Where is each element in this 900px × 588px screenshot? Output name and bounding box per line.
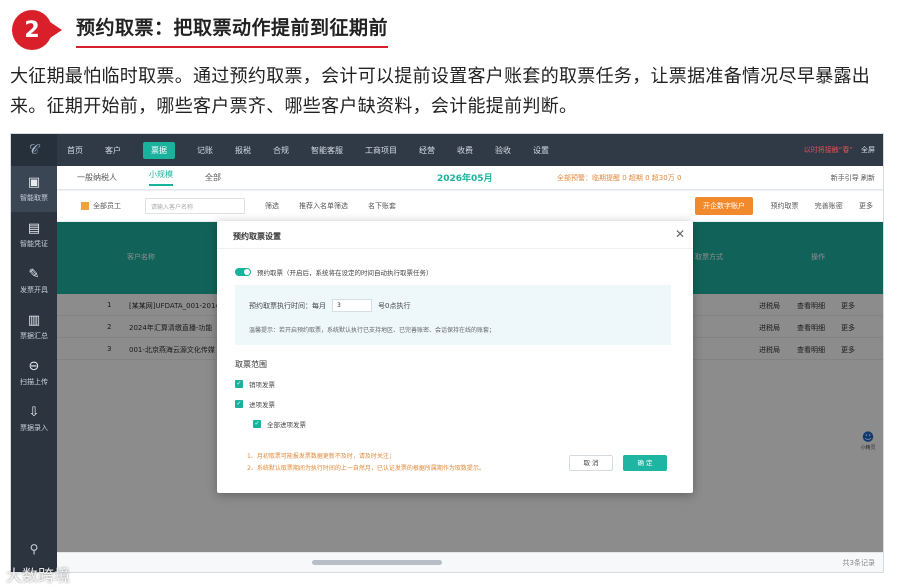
filter-button[interactable]: 筛选 xyxy=(265,201,279,211)
all-staff-select[interactable]: 全部员工 xyxy=(93,201,121,211)
scope-sales-invoice[interactable]: ✓ 销项发票 xyxy=(235,379,275,389)
nav-item-business[interactable]: 工商项目 xyxy=(365,145,397,156)
sidebar-item-label: 扫描上传 xyxy=(20,378,48,386)
customer-search-input[interactable]: 请输入客户名称 xyxy=(145,198,245,214)
tip-text: 温馨提示：若开启预约取票，系统默认执行已支持地区、已完善账密、会话保持在线的账套… xyxy=(249,327,496,334)
horizontal-scrollbar[interactable]: 共3条记录 xyxy=(57,552,883,572)
reserve-ticket-button[interactable]: 预约取票 xyxy=(771,202,799,210)
app-screenshot: 𝒞 ▣ 智能取票 ▤ 智能凭证 ✎ 发票开具 ▥ 票据汇总 ⊖ 扫描上传 ⇩ 票据录入 ⚲ … xyxy=(10,133,884,573)
account-filter[interactable]: 名下账套 xyxy=(368,201,396,211)
complete-credentials-button[interactable]: 完善账密 xyxy=(815,202,843,210)
sidebar-item-bill-summary[interactable]: ▥ 票据汇总 xyxy=(11,304,57,350)
fullscreen-button[interactable]: 全屏 xyxy=(861,145,875,155)
exec-time-box: 预约取票执行时间：每月 3 号0点执行 温馨提示：若开启预约取票，系统默认执行已… xyxy=(235,285,671,345)
tab-all-dropdown[interactable]: 全部 xyxy=(205,172,221,183)
nav-item-bills[interactable]: 票据 xyxy=(143,141,175,159)
period-selector[interactable]: 2026年05月 xyxy=(437,171,493,184)
entry-icon: ⇩ xyxy=(28,405,40,420)
nav-item-compliance[interactable]: 合规 xyxy=(273,145,289,156)
exec-time-suffix: 号0点执行 xyxy=(378,301,411,310)
exec-time-label: 预约取票执行时间：每月 xyxy=(249,301,326,310)
ticket-icon: ▣ xyxy=(27,175,41,190)
scope-item-label: 全部进项发票 xyxy=(267,421,306,429)
scope-item-label: 销项发票 xyxy=(249,381,275,389)
voucher-icon: ▤ xyxy=(27,221,41,236)
sidebar-item-label: 票据录入 xyxy=(20,424,48,432)
toolbar: 全部员工 请输入客户名称 筛选 推荐入名单筛选 名下账套 开企数字账户 预约取票… xyxy=(57,191,883,221)
scope-all-purchase-invoice[interactable]: ✓ 全部进项发票 xyxy=(253,419,306,429)
recommend-filter[interactable]: 推荐入名单筛选 xyxy=(299,201,348,211)
step-heading: 2 预约取票：把取票动作提前到征期前 xyxy=(12,10,389,50)
more-button[interactable]: 更多 xyxy=(859,202,873,210)
nav-item-smart-service[interactable]: 智能客服 xyxy=(311,145,343,156)
top-navigation: 首页 客户 票据 记账 报税 合规 智能客服 工商项目 经营 收费 验收 设置 … xyxy=(57,134,883,166)
nav-item-fees[interactable]: 收费 xyxy=(457,145,473,156)
article-paragraph: 大征期最怕临时取票。通过预约取票，会计可以提前设置客户账套的取票任务，让票据准备… xyxy=(10,66,871,117)
nav-item-operation[interactable]: 经营 xyxy=(419,145,435,156)
tab-general-taxpayer[interactable]: 一般纳税人 xyxy=(77,172,117,183)
scrollbar-thumb[interactable] xyxy=(312,560,442,565)
staff-checkbox[interactable] xyxy=(81,202,89,210)
sidebar-item-label: 智能凭证 xyxy=(20,240,48,248)
sidebar-item-label: 票据汇总 xyxy=(20,332,48,340)
nav-item-acceptance[interactable]: 验收 xyxy=(495,145,511,156)
sidebar-item-bill-entry[interactable]: ⇩ 票据录入 xyxy=(11,396,57,442)
guide-refresh[interactable]: 新手引导 刷新 xyxy=(831,173,875,183)
sidebar-item-label: 发票开具 xyxy=(20,286,48,294)
user-icon[interactable]: ⚲ xyxy=(11,542,57,556)
close-icon[interactable]: ✕ xyxy=(675,227,685,241)
watermark-text: 大数跨境 xyxy=(6,566,71,585)
checkbox-checked-icon[interactable]: ✓ xyxy=(235,400,243,408)
nav-item-tax[interactable]: 报税 xyxy=(235,145,251,156)
dialog-notes: 1、月初取票可能报发票数据更新不及时，请及时关注； 2、系统默认取票期间为执行时… xyxy=(247,451,485,475)
sidebar-item-scan-upload[interactable]: ⊖ 扫描上传 xyxy=(11,350,57,396)
reserve-switch-label: 预约取票（开启后，系统将在设定的时间自动执行取票任务） xyxy=(257,269,433,277)
app-logo-icon: 𝒞 xyxy=(11,134,57,166)
checkbox-checked-icon[interactable]: ✓ xyxy=(253,420,261,428)
checkbox-checked-icon[interactable]: ✓ xyxy=(235,380,243,388)
day-input[interactable]: 3 xyxy=(332,299,372,312)
cancel-button[interactable]: 取 消 xyxy=(569,455,613,471)
nav-item-settings[interactable]: 设置 xyxy=(533,145,549,156)
sidebar-item-smart-ticket[interactable]: ▣ 智能取票 xyxy=(11,166,57,212)
reserve-switch-row: 预约取票（开启后，系统将在设定的时间自动执行取票任务） xyxy=(235,267,433,277)
sidebar-item-invoice-issue[interactable]: ✎ 发票开具 xyxy=(11,258,57,304)
promo-text[interactable]: 以时将接触“春” xyxy=(804,145,853,155)
nav-item-home[interactable]: 首页 xyxy=(67,145,83,156)
step-title: 预约取票：把取票动作提前到征期前 xyxy=(76,13,389,48)
dialog-title: 预约取票设置 xyxy=(217,221,693,249)
scope-title: 取票范围 xyxy=(235,360,267,369)
confirm-button[interactable]: 确 定 xyxy=(623,455,667,471)
note-line: 1、月初取票可能报发票数据更新不及时，请及时关注； xyxy=(247,453,395,460)
scan-icon: ⊖ xyxy=(28,359,40,374)
step-number-badge: 2 xyxy=(12,10,62,50)
scope-item-label: 进项发票 xyxy=(249,401,275,409)
sidebar-item-smart-voucher[interactable]: ▤ 智能凭证 xyxy=(11,212,57,258)
sidebar-item-label: 智能取票 xyxy=(20,194,48,202)
scope-purchase-invoice[interactable]: ✓ 进项发票 xyxy=(235,399,275,409)
exec-time-row: 预约取票执行时间：每月 3 号0点执行 xyxy=(249,299,410,312)
topnav-right: 以时将接触“春” 全屏 xyxy=(796,134,875,166)
pagination-info: 共3条记录 xyxy=(842,559,875,567)
tab-small-scale[interactable]: 小规模 xyxy=(149,169,173,186)
reserve-toggle[interactable] xyxy=(235,268,251,276)
summary-icon: ▥ xyxy=(27,313,41,328)
open-digital-account-button[interactable]: 开企数字账户 xyxy=(695,197,753,215)
edit-icon: ✎ xyxy=(28,267,40,282)
nav-item-bookkeeping[interactable]: 记账 xyxy=(197,145,213,156)
reserve-ticket-dialog: 预约取票设置 ✕ 预约取票（开启后，系统将在设定的时间自动执行取票任务） 预约取… xyxy=(217,221,693,493)
tab-bar: 一般纳税人 小规模 全部 2026年05月 全部预警：临期提醒 0 超期 0 超… xyxy=(57,166,883,190)
note-line: 2、系统默认取票期间为执行时间的上一自然月，已认证发票的根据所属期作为取数提示。 xyxy=(247,465,485,472)
toolbar-actions: 预约取票 完善账密 更多 xyxy=(757,201,873,211)
sidebar: 𝒞 ▣ 智能取票 ▤ 智能凭证 ✎ 发票开具 ▥ 票据汇总 ⊖ 扫描上传 ⇩ 票据录入 ⚲ xyxy=(11,134,57,572)
article-header: 2 预约取票：把取票动作提前到征期前 大征期最怕临时取票。通过预约取票，会计可以… xyxy=(0,0,900,130)
warning-summary[interactable]: 全部预警：临期提醒 0 超期 0 超30万 0 xyxy=(557,173,681,183)
nav-item-customer[interactable]: 客户 xyxy=(105,145,121,156)
